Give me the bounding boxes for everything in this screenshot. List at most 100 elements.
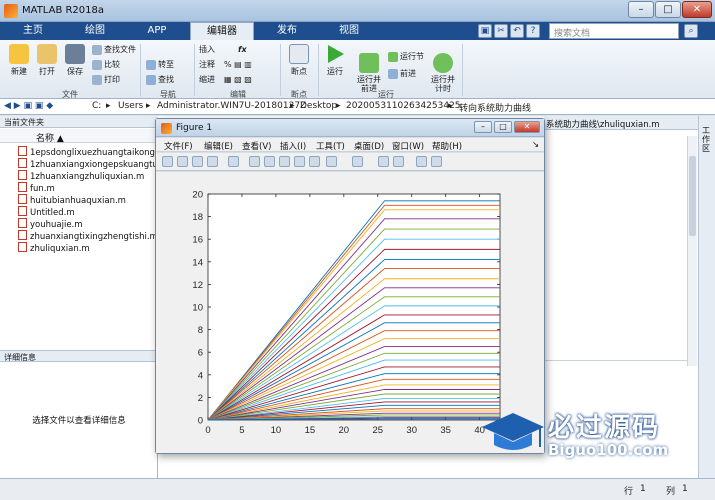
- percent-icon[interactable]: % ▤ ▥: [224, 58, 252, 71]
- tab-view[interactable]: 视图: [320, 22, 378, 40]
- link-plot-icon[interactable]: [352, 156, 363, 167]
- scrollbar-thumb[interactable]: [689, 156, 696, 236]
- breadcrumb-drive[interactable]: C:: [92, 101, 101, 111]
- menu-window[interactable]: 窗口(W): [392, 140, 424, 152]
- run-section-button[interactable]: 运行节: [388, 50, 424, 63]
- print-button[interactable]: 打印: [92, 73, 120, 86]
- row-value: 1: [640, 484, 646, 494]
- maximize-button[interactable]: □: [655, 1, 681, 18]
- data-cursor-icon[interactable]: [309, 156, 320, 167]
- menu-file[interactable]: 文件(F): [164, 140, 193, 152]
- zoom-in-icon[interactable]: [249, 156, 260, 167]
- find-button[interactable]: 查找: [146, 73, 174, 86]
- run-time-button[interactable]: 运行并 计时: [428, 44, 458, 93]
- open-file-icon[interactable]: [177, 156, 188, 167]
- undo-icon[interactable]: ↶: [510, 24, 524, 38]
- figure-title-bar[interactable]: Figure 1 – □ ✕: [156, 119, 544, 137]
- list-item[interactable]: youhuajie.m: [18, 218, 158, 230]
- nav-arrows-icon[interactable]: ◀ ▶ ▣ ▣ ◆: [4, 101, 53, 111]
- new-button[interactable]: 新建: [6, 44, 32, 77]
- minimize-button[interactable]: –: [628, 1, 654, 18]
- search-icon[interactable]: ⌕: [684, 24, 698, 38]
- editor-tab[interactable]: 系统助力曲线\zhuliquxian.m: [544, 116, 714, 130]
- help-icon[interactable]: ?: [526, 24, 540, 38]
- col-value: 1: [682, 484, 688, 494]
- menu-view[interactable]: 查看(V): [242, 140, 271, 152]
- list-item[interactable]: huitubianhuaquxian.m: [18, 194, 158, 206]
- tab-plots[interactable]: 绘图: [66, 22, 124, 40]
- search-input[interactable]: 搜索文档: [549, 23, 679, 39]
- list-item[interactable]: 1epsdonglixuezhuangtaikongjian: [18, 146, 158, 158]
- compare-button[interactable]: 比较: [92, 58, 120, 71]
- menu-tools[interactable]: 工具(T): [316, 140, 345, 152]
- indent-button[interactable]: 缩进: [199, 73, 215, 86]
- menu-edit[interactable]: 编辑(E): [204, 140, 233, 152]
- current-folder-header: 当前文件夹: [0, 116, 158, 128]
- brush-icon[interactable]: [326, 156, 337, 167]
- breadcrumb-folder[interactable]: 20200531102634253425: [346, 101, 461, 111]
- figure-minimize-button[interactable]: –: [474, 121, 492, 133]
- find-files-button[interactable]: 查找文件: [92, 43, 136, 56]
- figure-maximize-button[interactable]: □: [494, 121, 512, 133]
- menu-help[interactable]: 帮助(H): [432, 140, 462, 152]
- hide-tools-icon[interactable]: [416, 156, 427, 167]
- breadcrumb-current[interactable]: 转向系统助力曲线: [459, 101, 531, 114]
- breakpoints-button[interactable]: 断点: [286, 44, 312, 77]
- file-icon: [18, 242, 27, 252]
- y-tick-label: 0: [198, 416, 203, 427]
- close-button[interactable]: ✕: [682, 1, 712, 18]
- fx-button[interactable]: fx: [238, 43, 247, 56]
- tab-editor[interactable]: 编辑器: [190, 22, 254, 40]
- list-item[interactable]: zhuanxiangtixingzhengtishi.m: [18, 230, 158, 242]
- file-icon: [18, 194, 27, 204]
- menu-desktop[interactable]: 桌面(D): [354, 140, 384, 152]
- address-bar[interactable]: ◀ ▶ ▣ ▣ ◆ C: ▸ Users ▸ Administrator.WIN…: [0, 99, 715, 115]
- list-item[interactable]: 1zhuanxiangzhuliquxian.m: [18, 170, 158, 182]
- run-advance-button[interactable]: 运行并 前进: [354, 44, 384, 93]
- y-tick-label: 2: [198, 393, 203, 404]
- tab-publish[interactable]: 发布: [258, 22, 316, 40]
- tab-home[interactable]: 主页: [4, 22, 62, 40]
- indent-icons[interactable]: ▦ ▧ ▨: [224, 73, 252, 86]
- list-item[interactable]: fun.m: [18, 182, 158, 194]
- breadcrumb-desktop[interactable]: Desktop: [300, 101, 337, 111]
- menu-dock-icon[interactable]: ↘: [532, 140, 539, 150]
- window-title: MATLAB R2018a: [22, 5, 105, 16]
- list-item[interactable]: zhuliquxian.m: [18, 242, 158, 254]
- figure-window[interactable]: Figure 1 – □ ✕ 文件(F) 编辑(E) 查看(V) 插入(I) 工…: [155, 118, 545, 454]
- goto-button[interactable]: 转至: [146, 58, 174, 71]
- show-tools-icon[interactable]: [431, 156, 442, 167]
- print-figure-icon[interactable]: [207, 156, 218, 167]
- pan-icon[interactable]: [279, 156, 290, 167]
- name-column-header[interactable]: 名称 ▲: [0, 129, 158, 144]
- pointer-icon[interactable]: [228, 156, 239, 167]
- y-tick-label: 20: [192, 190, 203, 201]
- open-button[interactable]: 打开: [34, 44, 60, 77]
- y-tick-label: 12: [192, 280, 203, 291]
- save-button[interactable]: 保存: [62, 44, 88, 77]
- list-item[interactable]: Untitled.m: [18, 206, 158, 218]
- save-quick-icon[interactable]: ▣: [478, 24, 492, 38]
- comment-button[interactable]: 注释: [199, 58, 215, 71]
- cut-icon[interactable]: ✂: [494, 24, 508, 38]
- legend-icon[interactable]: [393, 156, 404, 167]
- workspace-label: 工作区: [702, 126, 710, 153]
- insert-button[interactable]: 插入: [199, 43, 215, 56]
- save-icon: [65, 44, 85, 64]
- rotate-icon[interactable]: [294, 156, 305, 167]
- editor-scrollbar[interactable]: [687, 136, 697, 366]
- advance-button[interactable]: 前进: [388, 67, 416, 80]
- zoom-out-icon[interactable]: [264, 156, 275, 167]
- menu-insert[interactable]: 插入(I): [280, 140, 306, 152]
- save-figure-icon[interactable]: [192, 156, 203, 167]
- list-item[interactable]: 1zhuanxiangxiongepskuangtu.slx: [18, 158, 158, 170]
- figure-logo-icon: [161, 123, 172, 134]
- colorbar-icon[interactable]: [378, 156, 389, 167]
- tab-apps[interactable]: APP: [128, 22, 186, 40]
- file-icon: [18, 170, 27, 180]
- breadcrumb-admin[interactable]: Administrator.WIN7U-20180127Z: [157, 101, 306, 111]
- new-figure-icon[interactable]: [162, 156, 173, 167]
- breadcrumb-users[interactable]: Users: [118, 101, 143, 111]
- figure-close-button[interactable]: ✕: [514, 121, 540, 133]
- run-button[interactable]: 运行: [322, 44, 348, 77]
